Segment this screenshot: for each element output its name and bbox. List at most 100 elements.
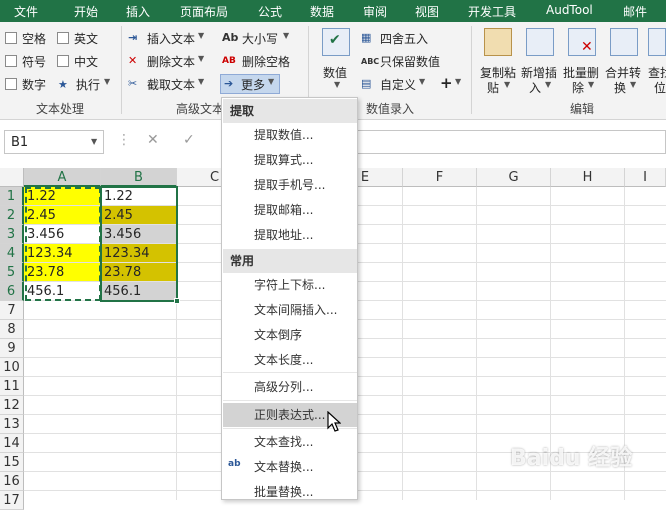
- cut-text-button[interactable]: 截取文本: [147, 76, 195, 93]
- row-header[interactable]: 9: [0, 339, 24, 358]
- column-header-a[interactable]: A: [24, 168, 101, 187]
- tab-insert[interactable]: 插入: [126, 3, 150, 20]
- select-all-corner[interactable]: [0, 168, 24, 187]
- row-header[interactable]: 13: [0, 415, 24, 434]
- custom-button[interactable]: 自定义: [380, 76, 416, 93]
- row-header[interactable]: 12: [0, 396, 24, 415]
- add-insert-button-line2: 入: [529, 81, 542, 95]
- menu-item-reverse-text[interactable]: 文本倒序: [223, 323, 357, 347]
- tab-review[interactable]: 审阅: [363, 3, 387, 20]
- delete-space-button[interactable]: 删除空格: [242, 53, 290, 70]
- copy-paste-button-line2: 贴: [487, 81, 500, 95]
- row-header[interactable]: 17: [0, 491, 24, 510]
- row-header[interactable]: 4: [0, 244, 24, 263]
- menu-item-batch-replace[interactable]: 批量替换...: [223, 480, 357, 504]
- row-header[interactable]: 7: [0, 301, 24, 320]
- chevron-down-icon[interactable]: ▼: [419, 77, 425, 86]
- menu-item-extract-address[interactable]: 提取地址...: [223, 223, 357, 247]
- name-box[interactable]: B1 ▼: [4, 130, 104, 154]
- chevron-down-icon[interactable]: ▼: [198, 77, 204, 86]
- row-header[interactable]: 8: [0, 320, 24, 339]
- chevron-down-icon[interactable]: ▼: [334, 80, 340, 89]
- numeric-icon: ✔: [322, 28, 350, 56]
- checkbox-english-label: 英文: [74, 32, 99, 46]
- delete-text-button[interactable]: 删除文本: [147, 53, 195, 70]
- tab-view[interactable]: 视图: [415, 3, 439, 20]
- checkbox-chinese[interactable]: [57, 55, 69, 67]
- delete-x-icon: ✕: [581, 39, 593, 55]
- column-header-g[interactable]: G: [477, 168, 551, 187]
- tab-home[interactable]: 开始: [74, 3, 98, 20]
- row-header[interactable]: 10: [0, 358, 24, 377]
- group-label-edit: 编辑: [570, 102, 595, 116]
- round-button[interactable]: 四舍五入: [380, 30, 428, 47]
- menu-item-extract-formula[interactable]: 提取算式...: [223, 148, 357, 172]
- column-header-f[interactable]: F: [403, 168, 477, 187]
- cancel-icon[interactable]: ✕: [147, 132, 159, 148]
- column-header-b[interactable]: B: [101, 168, 177, 187]
- watermark: Baidu 经验: [510, 446, 633, 471]
- row-header[interactable]: 15: [0, 453, 24, 472]
- menu-item-text-find[interactable]: 文本查找...: [223, 430, 357, 454]
- chevron-down-icon[interactable]: ▼: [268, 77, 274, 86]
- chevron-down-icon[interactable]: ▼: [504, 80, 510, 89]
- checkbox-space[interactable]: [5, 32, 17, 44]
- row-header[interactable]: 2: [0, 206, 24, 225]
- chevron-down-icon[interactable]: ▼: [283, 31, 289, 40]
- menu-item-extract-email[interactable]: 提取邮箱...: [223, 198, 357, 222]
- tab-audtool[interactable]: AudTool: [546, 3, 593, 17]
- chevron-down-icon[interactable]: ▼: [198, 31, 204, 40]
- chevron-down-icon[interactable]: ▼: [91, 137, 97, 146]
- menu-item-extract-phone[interactable]: 提取手机号...: [223, 173, 357, 197]
- tab-mail[interactable]: 邮件: [623, 3, 647, 20]
- menu-item-superscript[interactable]: 字符上下标...: [223, 273, 357, 297]
- insert-text-icon: ⇥: [128, 31, 138, 44]
- menu-item-interval-insert[interactable]: 文本间隔插入...: [223, 298, 357, 322]
- copy-paste-icon: [484, 28, 512, 56]
- numeric-button[interactable]: 数值: [323, 64, 347, 81]
- checkbox-english[interactable]: [57, 32, 69, 44]
- menu-divider: [223, 400, 357, 401]
- insert-text-button[interactable]: 插入文本: [147, 30, 195, 47]
- chevron-down-icon[interactable]: ▼: [588, 80, 594, 89]
- menu-item-text-replace[interactable]: 文本替换...: [223, 455, 357, 479]
- merge-convert-icon: [610, 28, 638, 56]
- menu-item-advanced-split[interactable]: 高级分列...: [223, 375, 357, 399]
- find-locate-icon: [648, 28, 666, 56]
- group-label-text-processing: 文本处理: [36, 102, 85, 116]
- tab-formulas[interactable]: 公式: [258, 3, 282, 20]
- execute-button[interactable]: 执行: [76, 76, 100, 93]
- plus-button[interactable]: +: [440, 74, 453, 92]
- chevron-down-icon[interactable]: ▼: [104, 77, 110, 86]
- row-header[interactable]: 6: [0, 282, 24, 301]
- column-header-i[interactable]: I: [625, 168, 666, 187]
- column-header-h[interactable]: H: [551, 168, 625, 187]
- case-convert-button[interactable]: 大小写: [242, 30, 278, 47]
- menu-item-extract-number[interactable]: 提取数值...: [223, 123, 357, 147]
- tab-developer[interactable]: 开发工具: [468, 3, 516, 20]
- copy-range-border: [25, 187, 101, 301]
- checkbox-symbol[interactable]: [5, 55, 17, 67]
- row-header[interactable]: 5: [0, 263, 24, 282]
- tab-page-layout[interactable]: 页面布局: [180, 3, 228, 20]
- chevron-down-icon[interactable]: ▼: [198, 54, 204, 63]
- tab-file[interactable]: 文件: [14, 3, 38, 20]
- row-header[interactable]: 3: [0, 225, 24, 244]
- menu-item-text-length[interactable]: 文本长度...: [223, 348, 357, 372]
- row-header[interactable]: 16: [0, 472, 24, 491]
- chevron-down-icon[interactable]: ▼: [545, 80, 551, 89]
- chevron-down-icon[interactable]: ▼: [630, 80, 636, 89]
- confirm-icon[interactable]: ✓: [183, 132, 195, 148]
- keep-value-button[interactable]: 只保留数值: [380, 53, 440, 70]
- tab-data[interactable]: 数据: [310, 3, 334, 20]
- row-header[interactable]: 14: [0, 434, 24, 453]
- batch-delete-button-line2: 除: [572, 81, 585, 95]
- group-separator: [471, 26, 472, 114]
- row-header[interactable]: 1: [0, 187, 24, 206]
- chevron-down-icon[interactable]: ▼: [455, 77, 461, 86]
- fill-handle[interactable]: [174, 298, 180, 304]
- row-header[interactable]: 11: [0, 377, 24, 396]
- checkbox-number[interactable]: [5, 78, 17, 90]
- add-insert-icon: [526, 28, 554, 56]
- more-button-label: 更多: [241, 78, 266, 92]
